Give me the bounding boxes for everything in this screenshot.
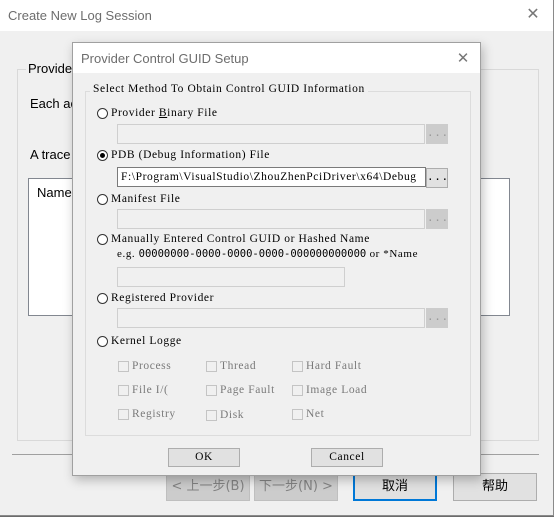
radio-manifest-file[interactable]: Manifest File [97,193,180,205]
radio-label: Registered Provider [111,292,215,304]
child-dialog-title: Provider Control GUID Setup [81,51,249,66]
checkbox-thread[interactable]: Thread [206,360,256,372]
child-title-bar: Provider Control GUID Setup ✕ [73,43,480,73]
checkbox[interactable] [206,360,217,372]
radio-label: Manifest File [111,193,181,205]
checkbox-registry[interactable]: Registry [118,408,176,420]
radio-registered-provider[interactable]: Registered Provider [97,292,214,304]
checkbox-file-io[interactable]: File I/( [118,384,168,396]
checkbox[interactable] [292,408,303,420]
radio-manual-guid[interactable]: Manually Entered Control GUID or Hashed … [97,233,370,245]
provider-description: Each ac [30,96,77,111]
binary-file-input[interactable] [117,124,425,144]
checkbox-net[interactable]: Net [292,408,324,420]
radio-button[interactable] [97,193,108,205]
checkbox-page-fault[interactable]: Page Fault [206,384,275,396]
manifest-browse-button[interactable]: ... [426,209,448,229]
checkbox[interactable] [206,384,217,396]
pdb-browse-button[interactable]: ... [426,168,448,188]
pdb-file-input[interactable]: F:\Program\VisualStudio\ZhouZhenPciDrive… [117,167,426,187]
radio-provider-binary-file[interactable]: Provider Binary File [97,107,218,119]
radio-label: PDB (Debug Information) File [111,149,270,161]
checkbox-hard-fault[interactable]: Hard Fault [292,360,362,372]
checkbox-image-load[interactable]: Image Load [292,384,367,396]
cancel-button[interactable]: 取消 [353,473,437,501]
back-button[interactable]: < 上一步(B) [166,473,250,501]
provider-control-guid-dialog: Provider Control GUID Setup ✕ Select Met… [72,42,481,476]
checkbox[interactable] [118,408,129,420]
checkbox-disk[interactable]: Disk [206,409,244,421]
list-header-name[interactable]: Name [37,185,72,200]
radio-button[interactable] [97,107,108,119]
guid-input[interactable] [117,267,345,287]
binary-browse-button[interactable]: ... [426,124,448,144]
registered-provider-input[interactable] [117,308,425,328]
method-group-label: Select Method To Obtain Control GUID Inf… [90,83,368,95]
checkbox[interactable] [118,384,129,396]
close-icon[interactable]: ✕ [452,47,474,69]
manifest-file-input[interactable] [117,209,425,229]
radio-button-checked[interactable] [97,149,108,161]
radio-label: Kernel Logge [111,335,182,347]
checkbox[interactable] [292,384,303,396]
checkbox[interactable] [206,409,217,421]
help-button[interactable]: 帮助 [453,473,537,501]
provider-group-label: Provider [26,61,79,76]
radio-label: Manually Entered Control GUID or Hashed … [111,233,370,245]
radio-button[interactable] [97,292,108,304]
cancel-button[interactable]: Cancel [311,448,383,467]
checkbox[interactable] [118,360,129,372]
close-icon[interactable]: ✕ [521,4,545,26]
radio-button[interactable] [97,233,108,245]
next-button[interactable]: 下一步(N) > [254,473,338,501]
checkbox[interactable] [292,360,303,372]
radio-button[interactable] [97,335,108,347]
trace-description: A trace [30,147,71,162]
registered-browse-button[interactable]: ... [426,308,448,328]
ok-button[interactable]: OK [168,448,240,467]
guid-format-hint: e.g. 00000000-0000-0000-0000-00000000000… [117,248,419,260]
radio-kernel-logger[interactable]: Kernel Logge [97,335,182,347]
checkbox-process[interactable]: Process [118,360,171,372]
radio-pdb-file[interactable]: PDB (Debug Information) File [97,149,270,161]
parent-title-bar: Create New Log Session ✕ [0,0,553,31]
radio-label: Provider Binary File [111,107,218,119]
parent-dialog-title: Create New Log Session [8,8,152,23]
